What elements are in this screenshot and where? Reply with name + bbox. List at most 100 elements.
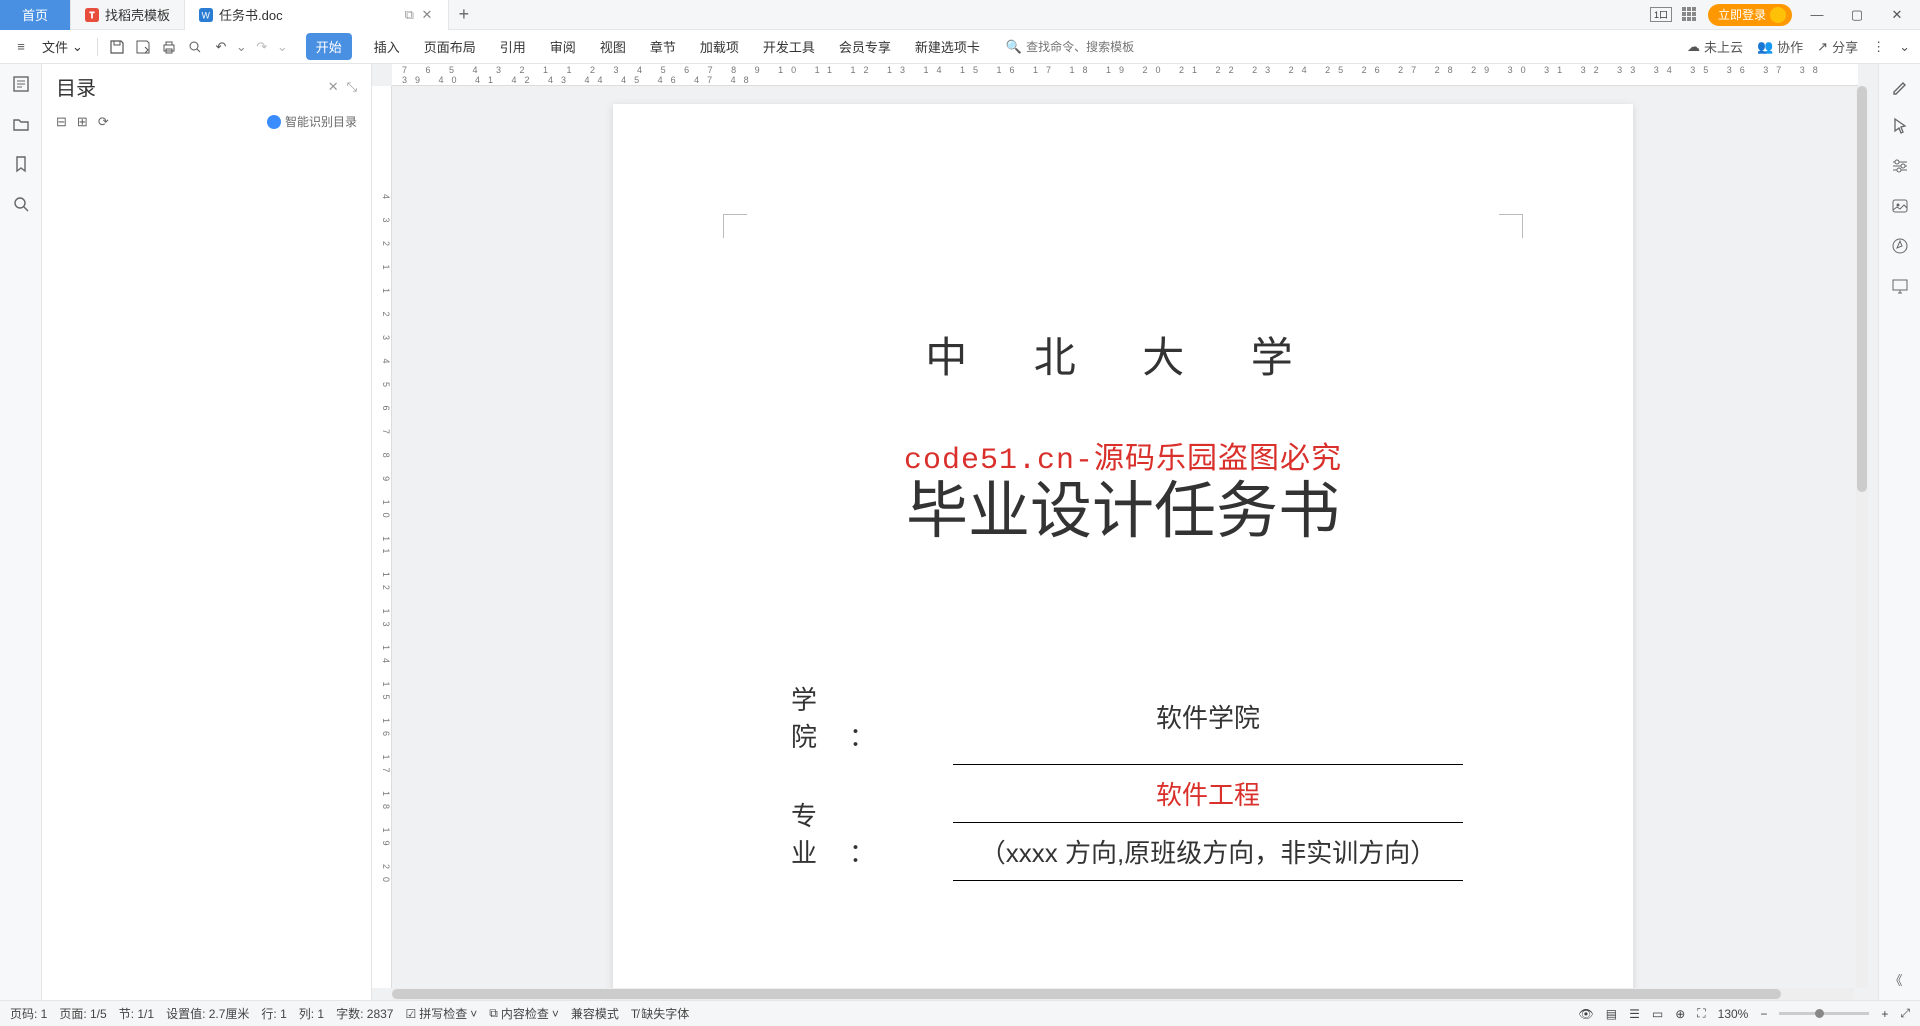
field-label: 专业： — [783, 764, 953, 880]
document-page[interactable]: 中 北 大 学 code51.cn-源码乐园盗图必究 毕业设计任务书 学院： 软… — [613, 104, 1633, 988]
hamburger-icon[interactable]: ≡ — [10, 36, 32, 58]
people-icon: 👥 — [1757, 39, 1773, 55]
collapse-ribbon-icon[interactable]: ⌄ — [1899, 39, 1910, 55]
ribbon-tab-layout[interactable]: 页面布局 — [422, 33, 478, 60]
command-search-input[interactable] — [1026, 40, 1156, 54]
status-words[interactable]: 字数: 2837 — [336, 1005, 393, 1022]
tab-home[interactable]: 首页 — [0, 0, 71, 30]
tab-template[interactable]: 找稻壳模板 — [71, 0, 185, 30]
ribbon-tab-addon[interactable]: 加载项 — [698, 33, 741, 60]
presentation-icon[interactable] — [1890, 276, 1910, 296]
view-page-icon[interactable]: ▤ — [1606, 1007, 1617, 1021]
status-spellcheck[interactable]: ☑拼写检查 ˅ — [405, 1005, 477, 1022]
status-row[interactable]: 行: 1 — [261, 1005, 286, 1022]
outline-icon[interactable] — [11, 74, 31, 94]
view-web-icon[interactable]: ⊕ — [1675, 1007, 1685, 1021]
command-search[interactable]: 🔍 — [1006, 39, 1156, 55]
toc-panel: 目录 ✕ ⤡ ⊟ ⊞ ⟳ 智能识别目录 — [42, 64, 372, 1000]
ribbon-tab-newtab[interactable]: 新建选项卡 — [913, 33, 982, 60]
app-grid-icon[interactable] — [1682, 7, 1698, 23]
zoom-out-button[interactable]: − — [1760, 1007, 1767, 1021]
tab-close-icon[interactable]: ✕ — [420, 7, 434, 23]
ribbon-tab-start[interactable]: 开始 — [306, 33, 352, 60]
undo-dropdown-icon[interactable]: ⌄ — [236, 39, 247, 55]
search-panel-icon[interactable] — [11, 194, 31, 214]
zoom-value[interactable]: 130% — [1718, 1007, 1749, 1021]
window-maximize-icon[interactable]: ▢ — [1842, 1, 1872, 29]
save-as-icon[interactable] — [132, 36, 154, 58]
doc-university: 中 北 大 学 — [693, 324, 1553, 385]
horizontal-scrollbar[interactable] — [392, 988, 1854, 1000]
toc-close-icon[interactable]: ✕ — [328, 79, 339, 95]
svg-text:W: W — [202, 10, 211, 20]
view-read-icon[interactable]: ▭ — [1652, 1007, 1663, 1021]
collab-button[interactable]: 👥协作 — [1757, 37, 1803, 56]
vertical-ruler[interactable]: 4 3 2 1 1 2 3 4 5 6 7 8 9 10 11 12 13 14… — [372, 86, 392, 988]
status-missing-font[interactable]: T̸缺失字体 — [631, 1005, 689, 1022]
status-page-code[interactable]: 页码: 1 — [10, 1005, 47, 1022]
window-minimize-icon[interactable]: — — [1802, 1, 1832, 29]
redo-icon[interactable]: ↷ — [251, 36, 273, 58]
zoom-in-button[interactable]: + — [1881, 1007, 1888, 1021]
toc-smart-detect[interactable]: 智能识别目录 — [267, 113, 357, 130]
redo-dropdown-icon[interactable]: ⌄ — [277, 39, 288, 55]
workspace: 目录 ✕ ⤡ ⊟ ⊞ ⟳ 智能识别目录 7 6 5 4 3 2 1 1 2 3 … — [0, 64, 1920, 1000]
view-outline-icon[interactable]: ☰ — [1629, 1007, 1640, 1021]
toc-expand-icon[interactable]: ⊞ — [77, 114, 88, 130]
table-row: 专业： 软件工程 — [783, 764, 1463, 822]
ribbon-tab-insert[interactable]: 插入 — [372, 33, 402, 60]
bookmark-icon[interactable] — [11, 154, 31, 174]
tab-document[interactable]: W 任务书.doc ⧉ ✕ — [185, 0, 449, 30]
fullscreen-icon[interactable]: ⤢ — [1900, 1006, 1910, 1021]
table-row: 学院： 软件学院 — [783, 670, 1463, 764]
more-icon[interactable]: ⋮ — [1872, 39, 1885, 55]
file-menu[interactable]: 文件 ⌄ — [36, 37, 89, 56]
status-setvalue[interactable]: 设置值: 2.7厘米 — [166, 1005, 249, 1022]
undo-icon[interactable]: ↶ — [210, 36, 232, 58]
status-content-check[interactable]: ⧉内容检查 ˅ — [489, 1005, 559, 1022]
ribbon-tab-devtool[interactable]: 开发工具 — [761, 33, 817, 60]
login-button[interactable]: 立即登录 — [1708, 4, 1792, 26]
search-icon: 🔍 — [1006, 39, 1022, 55]
zoom-slider[interactable] — [1779, 1012, 1869, 1015]
window-close-icon[interactable]: ✕ — [1882, 1, 1912, 29]
chevron-down-icon: ⌄ — [72, 39, 83, 55]
collapse-rail-icon[interactable]: 《 — [1890, 970, 1910, 990]
status-col[interactable]: 列: 1 — [299, 1005, 324, 1022]
word-doc-icon: W — [199, 8, 213, 22]
print-icon[interactable] — [158, 36, 180, 58]
assets-icon[interactable] — [1890, 196, 1910, 216]
left-rail — [0, 64, 42, 1000]
vertical-scrollbar[interactable] — [1856, 86, 1868, 988]
tab-add-button[interactable]: + — [449, 4, 479, 25]
folder-icon[interactable] — [11, 114, 31, 134]
cursor-icon[interactable] — [1890, 116, 1910, 136]
field-value: 软件学院 — [953, 670, 1463, 764]
compass-icon[interactable] — [1890, 236, 1910, 256]
doc-info-table: 学院： 软件学院 专业： 软件工程 （xxxx 方向,原班级方向，非实训方向） — [783, 670, 1463, 881]
status-eye-icon[interactable]: 👁 — [1579, 1007, 1594, 1021]
page-scroll[interactable]: 中 北 大 学 code51.cn-源码乐园盗图必究 毕业设计任务书 学院： 软… — [392, 86, 1854, 988]
reader-mode-icon[interactable]: 1口 — [1650, 7, 1672, 22]
save-icon[interactable] — [106, 36, 128, 58]
fit-page-icon[interactable]: ⛶ — [1697, 1006, 1705, 1021]
cloud-status[interactable]: ☁未上云 — [1687, 37, 1743, 56]
tab-new-window-icon[interactable]: ⧉ — [405, 7, 414, 23]
ribbon-tab-view[interactable]: 视图 — [598, 33, 628, 60]
toc-refresh-icon[interactable]: ⟳ — [98, 114, 109, 130]
toc-pin-icon[interactable]: ⤡ — [347, 79, 357, 95]
ribbon-tab-chapter[interactable]: 章节 — [648, 33, 678, 60]
status-section[interactable]: 节: 1/1 — [119, 1005, 154, 1022]
toc-collapse-icon[interactable]: ⊟ — [56, 114, 67, 130]
pen-icon[interactable] — [1890, 76, 1910, 96]
horizontal-ruler[interactable]: 7 6 5 4 3 2 1 1 2 3 4 5 6 7 8 9 10 11 12… — [392, 64, 1858, 86]
print-preview-icon[interactable] — [184, 36, 206, 58]
status-page[interactable]: 页面: 1/5 — [59, 1005, 106, 1022]
tab-template-label: 找稻壳模板 — [105, 5, 170, 24]
settings-slider-icon[interactable] — [1890, 156, 1910, 176]
ribbon-tab-reference[interactable]: 引用 — [498, 33, 528, 60]
status-compat[interactable]: 兼容模式 — [571, 1005, 619, 1022]
ribbon-tab-review[interactable]: 审阅 — [548, 33, 578, 60]
share-button[interactable]: ↗分享 — [1817, 37, 1858, 56]
ribbon-tab-member[interactable]: 会员专享 — [837, 33, 893, 60]
